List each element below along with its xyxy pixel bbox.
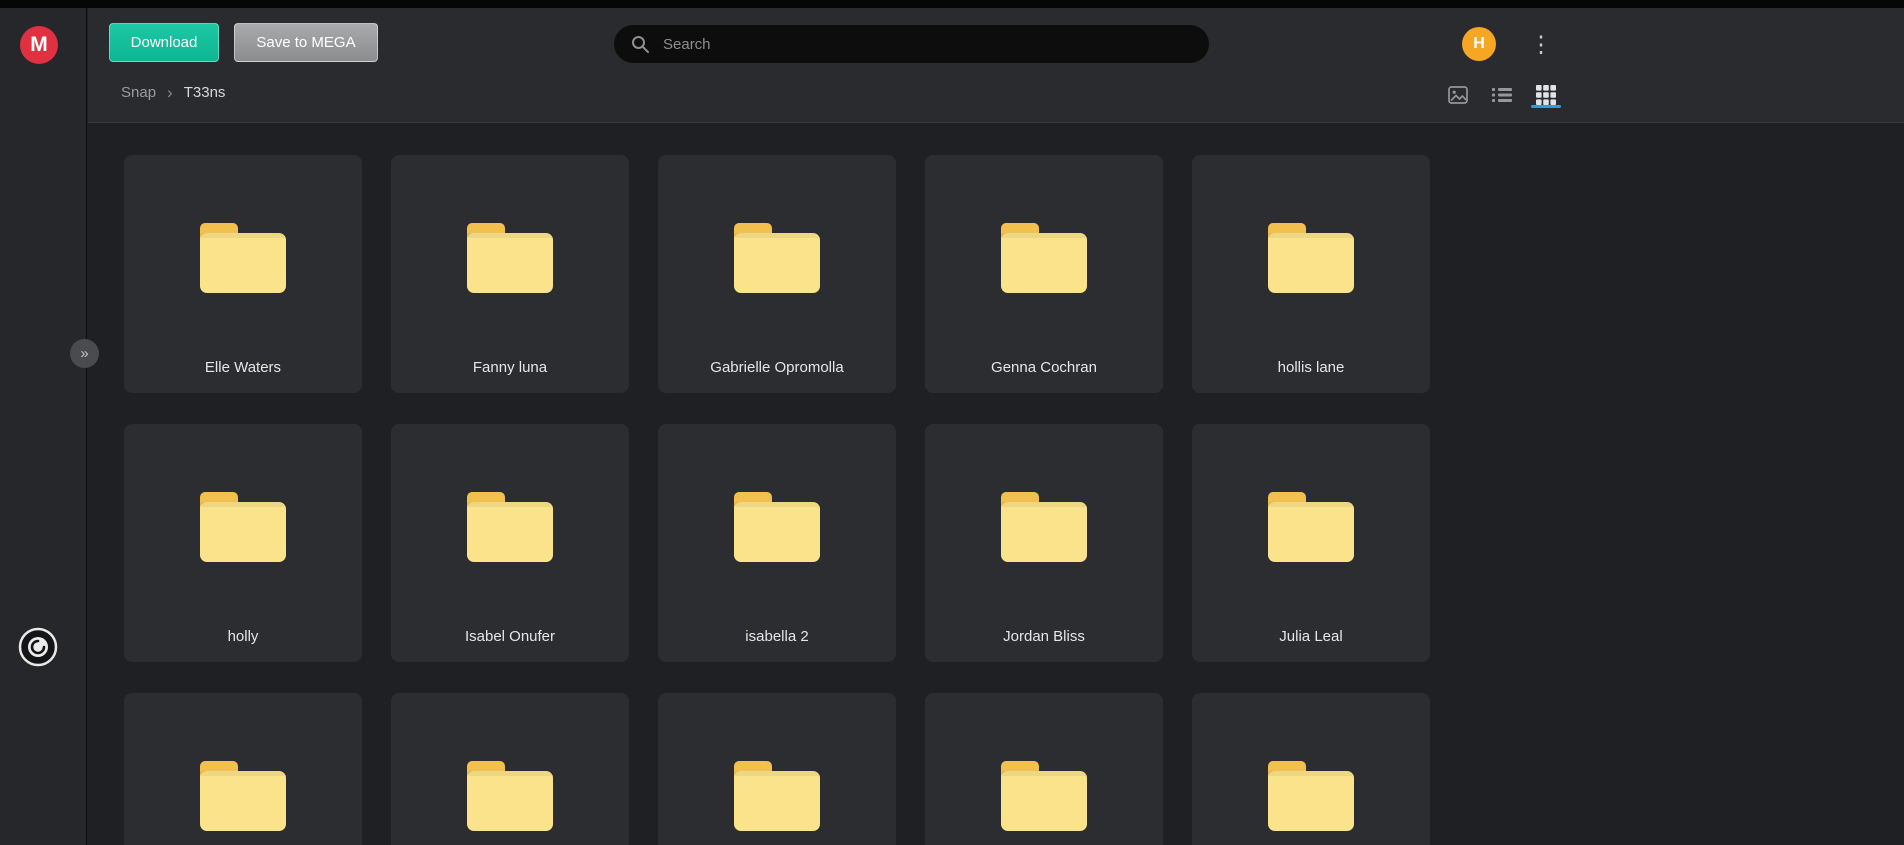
folder-name: Jordan Bliss <box>1003 628 1085 645</box>
sidebar-expand-button[interactable]: » <box>70 339 99 368</box>
folder-icon <box>1268 761 1354 831</box>
folder-name: Gabrielle Opromolla <box>710 359 844 376</box>
folder-icon <box>1001 761 1087 831</box>
app-window: M » Download Save to MEGA Search H ⋮ Sna… <box>0 0 1904 845</box>
active-view-underline <box>1531 105 1561 108</box>
folder-icon <box>200 761 286 831</box>
list-view-icon <box>1492 88 1512 102</box>
media-view-icon <box>1448 86 1468 104</box>
folder-card[interactable]: Gabrielle Opromolla <box>658 155 896 393</box>
folder-card[interactable] <box>658 693 896 845</box>
folder-icon <box>734 492 820 562</box>
folder-card[interactable]: Isabel Onufer <box>391 424 629 662</box>
folder-grid: Elle Waters Fanny luna Gabrielle Opromol… <box>88 124 1904 845</box>
folder-name: Elle Waters <box>204 359 282 376</box>
download-button[interactable]: Download <box>109 23 219 62</box>
double-chevron-right-icon: » <box>80 345 89 362</box>
chevron-right-icon: › <box>167 83 173 102</box>
breadcrumb: Snap › T33ns <box>121 84 225 101</box>
folder-card[interactable]: Julia Leal <box>1192 424 1430 662</box>
mega-logo-letter: M <box>30 33 48 56</box>
mega-logo[interactable]: M <box>20 26 58 64</box>
folder-icon <box>734 223 820 293</box>
breadcrumb-current: T33ns <box>183 84 226 101</box>
main-area: Download Save to MEGA H ⋮ Snap › T33ns <box>88 0 1904 845</box>
folder-icon <box>467 761 553 831</box>
avatar[interactable]: H <box>1462 27 1496 61</box>
folder-icon <box>467 223 553 293</box>
save-to-mega-button[interactable]: Save to MEGA <box>234 23 378 62</box>
folder-icon <box>200 223 286 293</box>
cookie-settings-icon <box>18 627 58 667</box>
folder-card[interactable]: Fanny luna <box>391 155 629 393</box>
folder-icon <box>1268 223 1354 293</box>
folder-name: isabella 2 <box>745 628 809 645</box>
folder-icon <box>1268 492 1354 562</box>
folder-card[interactable]: isabella 2 <box>658 424 896 662</box>
header: Download Save to MEGA H ⋮ Snap › T33ns <box>88 0 1904 123</box>
folder-card[interactable]: hollis lane <box>1192 155 1430 393</box>
search-bar[interactable] <box>614 25 1209 63</box>
folder-card[interactable] <box>925 693 1163 845</box>
folder-name: Isabel Onufer <box>464 628 556 645</box>
cookie-settings-button[interactable] <box>17 626 59 668</box>
search-input[interactable] <box>663 35 1193 53</box>
folder-name: Julia Leal <box>1279 628 1343 645</box>
folder-name: hollis lane <box>1277 359 1345 376</box>
folder-icon <box>734 761 820 831</box>
folder-card[interactable] <box>124 693 362 845</box>
grid-view-button[interactable] <box>1536 85 1556 105</box>
folder-name: Genna Cochran <box>991 359 1097 376</box>
folder-icon <box>467 492 553 562</box>
folder-card[interactable] <box>1192 693 1430 845</box>
avatar-initial: H <box>1473 35 1485 52</box>
media-view-button[interactable] <box>1448 85 1468 105</box>
folder-card[interactable]: holly <box>124 424 362 662</box>
folder-name: holly <box>227 628 259 645</box>
breadcrumb-root[interactable]: Snap <box>121 84 156 101</box>
folder-card[interactable] <box>391 693 629 845</box>
view-toggle <box>1448 85 1556 105</box>
folder-icon <box>200 492 286 562</box>
folder-name: Fanny luna <box>472 359 548 376</box>
folder-card[interactable]: Genna Cochran <box>925 155 1163 393</box>
sidebar: M » <box>0 0 99 845</box>
kebab-menu-icon[interactable]: ⋮ <box>1528 26 1554 62</box>
list-view-button[interactable] <box>1492 85 1512 105</box>
search-icon <box>632 36 649 53</box>
grid-view-icon <box>1536 85 1556 105</box>
folder-card[interactable]: Jordan Bliss <box>925 424 1163 662</box>
folder-card[interactable]: Elle Waters <box>124 155 362 393</box>
folder-icon <box>1001 223 1087 293</box>
browser-top-strip <box>0 0 1904 8</box>
folder-icon <box>1001 492 1087 562</box>
